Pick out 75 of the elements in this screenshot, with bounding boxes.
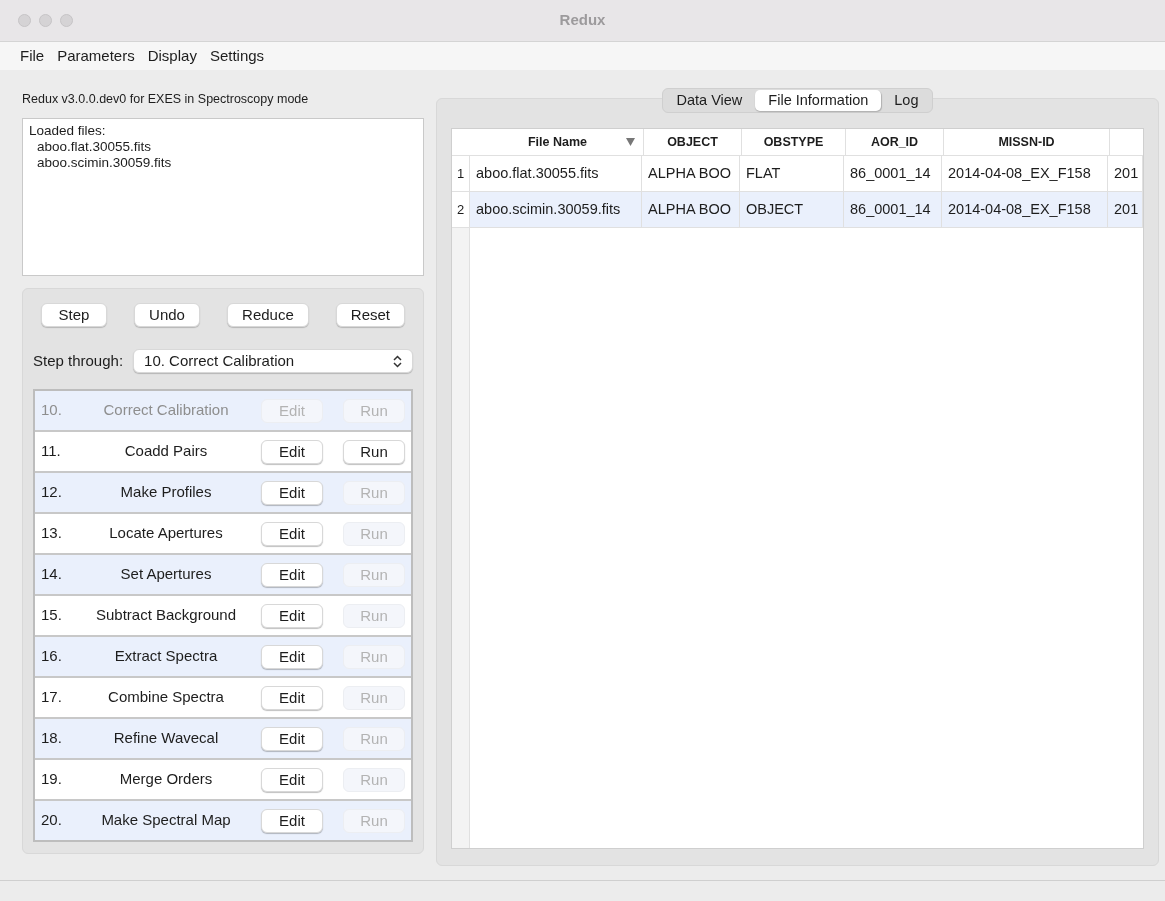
step-through-label: Step through: <box>33 350 124 371</box>
action-button[interactable]: Reduce <box>227 303 309 327</box>
step-action-button[interactable]: Edit <box>261 685 323 710</box>
column-header[interactable]: File Name <box>472 129 644 155</box>
step-number: 11. <box>41 441 62 462</box>
column-header[interactable]: OBJECT <box>644 129 742 155</box>
column-header[interactable]: OBSTYPE <box>742 129 846 155</box>
row-number: 1 <box>452 156 469 192</box>
step-action-button[interactable]: Edit <box>261 726 323 751</box>
menu-item[interactable]: Display <box>147 44 197 68</box>
row-number: 2 <box>452 192 469 228</box>
step-number: 19. <box>41 769 63 790</box>
step-name: Extract Spectra <box>113 646 219 667</box>
step-number: 13. <box>41 523 63 544</box>
step-number: 20. <box>41 810 63 831</box>
step-name: Make Profiles <box>119 482 213 503</box>
step-action-button[interactable]: Edit <box>261 480 323 505</box>
action-button[interactable]: Step <box>41 303 107 327</box>
loaded-files-heading: Loaded files: <box>29 123 107 139</box>
table-cell: 201 <box>1108 156 1143 191</box>
zoom-icon[interactable] <box>60 14 73 27</box>
tab[interactable]: Log <box>881 90 932 111</box>
tab[interactable]: Data View <box>663 90 756 111</box>
tab[interactable]: File Information <box>755 90 882 111</box>
table-cell: ALPHA BOO <box>642 156 740 191</box>
step-name: Subtract Background <box>94 605 238 626</box>
step-action-button[interactable]: Edit <box>261 603 323 628</box>
step-name: Coadd Pairs <box>123 441 209 462</box>
loaded-file: aboo.scimin.30059.fits <box>36 155 173 171</box>
table-cell: FLAT <box>740 156 844 191</box>
table-cell: OBJECT <box>740 192 844 227</box>
step-number: 14. <box>41 564 63 585</box>
table-cell: 2014-04-08_EX_F158 <box>942 156 1108 191</box>
table-cell: ALPHA BOO <box>642 192 740 227</box>
action-button[interactable]: Reset <box>335 303 405 327</box>
chevron-updown-icon <box>393 354 402 368</box>
step-name: Refine Wavecal <box>112 728 220 749</box>
step-number: 16. <box>41 646 63 667</box>
step-number: 18. <box>41 728 63 749</box>
step-name: Correct Calibration <box>102 400 230 421</box>
step-number: 12. <box>41 482 63 503</box>
step-through-dropdown[interactable]: 10. Correct Calibration <box>133 349 413 373</box>
step-action-button[interactable]: Edit <box>261 644 323 669</box>
menu-item[interactable]: Parameters <box>57 44 135 68</box>
table-cell: 86_0001_14 <box>844 192 942 227</box>
step-name: Merge Orders <box>118 769 214 790</box>
step-action-button[interactable]: Edit <box>261 439 323 464</box>
action-button[interactable]: Undo <box>134 303 201 327</box>
step-action-button[interactable]: Edit <box>261 767 323 792</box>
table-cell: 2014-04-08_EX_F158 <box>942 192 1108 227</box>
loaded-file: aboo.flat.30055.fits <box>36 139 153 155</box>
column-header[interactable]: AOR_ID <box>846 129 944 155</box>
step-name: Combine Spectra <box>107 687 225 708</box>
table-cell: 201 <box>1108 192 1143 227</box>
table-cell: 86_0001_14 <box>844 156 942 191</box>
menu-item[interactable]: File <box>20 44 45 68</box>
table-cell: aboo.scimin.30059.fits <box>470 192 642 227</box>
table-cell: aboo.flat.30055.fits <box>470 156 642 191</box>
step-number: 17. <box>41 687 63 708</box>
step-action-button[interactable]: Edit <box>261 808 323 833</box>
step-action-button[interactable]: Edit <box>261 521 323 546</box>
minimize-icon[interactable] <box>39 14 52 27</box>
column-header[interactable]: MISSN-ID <box>944 129 1110 155</box>
step-number: 10. <box>41 400 63 421</box>
menu-item[interactable]: Settings <box>209 44 265 68</box>
step-name: Locate Apertures <box>108 523 224 544</box>
step-number: 15. <box>41 605 63 626</box>
step-name: Make Spectral Map <box>100 810 232 831</box>
step-action-button[interactable]: Run <box>343 439 405 464</box>
sort-descending-icon <box>626 138 635 146</box>
step-action-button[interactable]: Edit <box>261 562 323 587</box>
close-icon[interactable] <box>18 14 31 27</box>
version-info: Redux v3.0.0.dev0 for EXES in Spectroscopy mode <box>22 91 310 108</box>
window-title: Redux <box>559 10 606 31</box>
step-name: Set Apertures <box>119 564 213 585</box>
